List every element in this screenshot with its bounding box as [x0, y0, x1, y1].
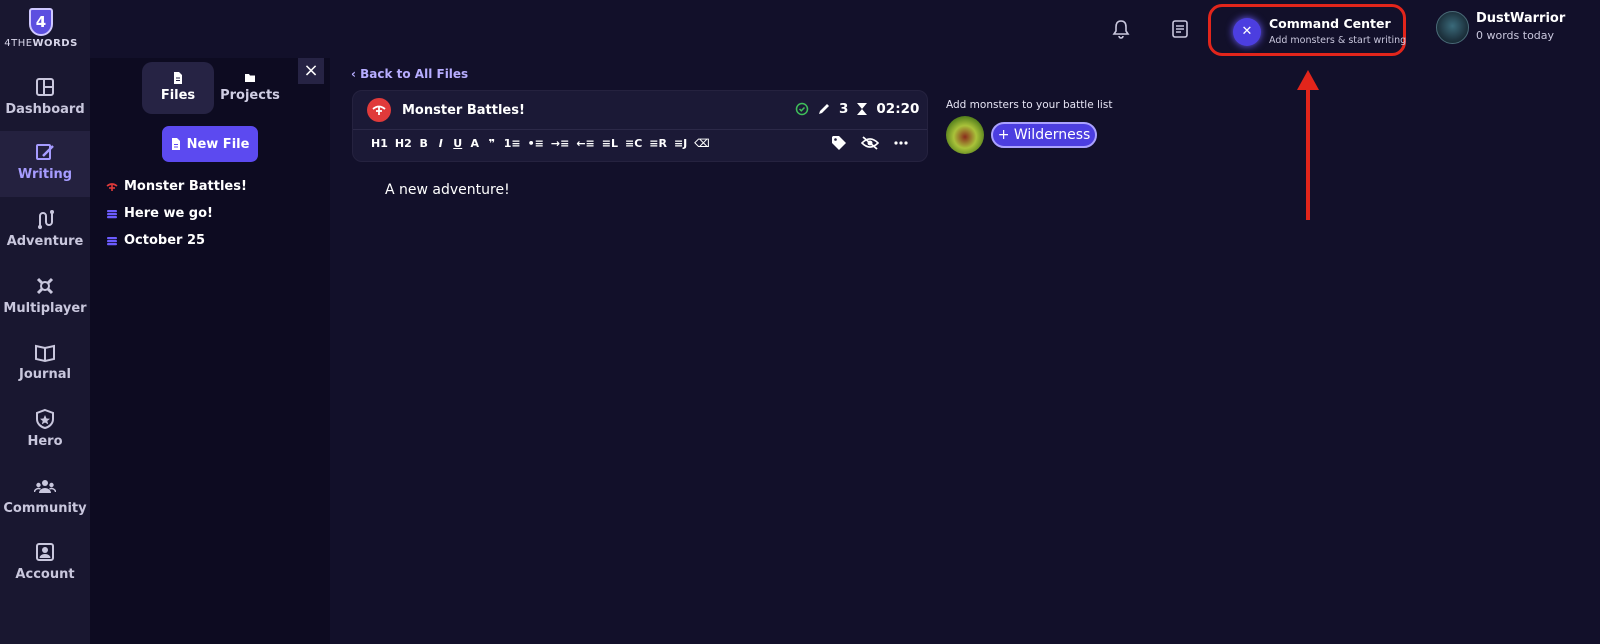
battle-badge-glyph [372, 105, 386, 115]
nav-item-dashboard[interactable]: Dashboard [0, 66, 90, 132]
align-center-button[interactable]: ≡C [625, 137, 642, 150]
nav-item-multiplayer[interactable]: Multiplayer [0, 265, 90, 331]
bold-button[interactable]: B [419, 137, 429, 150]
battle-icon [106, 182, 118, 191]
pencil-icon [819, 104, 829, 114]
nav-item-account[interactable]: Account [0, 531, 90, 597]
back-to-all-files-link[interactable]: ‹ Back to All Files [351, 67, 468, 81]
close-panel-button[interactable]: × [298, 58, 324, 84]
app-logo[interactable]: 4 4THEWORDS [0, 8, 82, 49]
command-center-subtitle: Add monsters & start writing [1269, 35, 1407, 46]
nav-item-community[interactable]: Community [0, 465, 90, 531]
folder-icon [245, 74, 255, 82]
file-item-label: Here we go! [124, 206, 213, 221]
file-title[interactable]: Monster Battles! [402, 103, 525, 118]
nav-label-journal: Journal [19, 367, 71, 382]
community-icon [34, 480, 56, 493]
nav-label-multiplayer: Multiplayer [3, 301, 87, 316]
nav-item-hero[interactable]: Hero [0, 398, 90, 464]
file-item-label: October 25 [124, 233, 206, 248]
logo-text-bold: WORDS [32, 38, 78, 49]
nav-item-journal[interactable]: Journal [0, 331, 90, 397]
edit-count: 3 [839, 101, 849, 117]
hide-eye-icon[interactable] [861, 135, 879, 151]
wilderness-label: + Wilderness [997, 127, 1091, 143]
card-divider [353, 129, 927, 130]
nav-label-account: Account [15, 567, 75, 582]
notifications-bell-icon[interactable] [1112, 19, 1130, 39]
user-name[interactable]: DustWarrior [1476, 11, 1565, 26]
stack-icon [107, 236, 117, 245]
tab-projects[interactable]: Projects [214, 62, 286, 114]
monster-avatar[interactable] [946, 116, 984, 154]
logo-badge: 4 [29, 8, 53, 36]
toolbar-right [831, 135, 909, 151]
battle-badge-icon [367, 98, 391, 122]
file-item-label: Monster Battles! [124, 179, 247, 194]
indent-button[interactable]: →≡ [551, 137, 569, 150]
command-center-button[interactable]: ✕ Command Center Add monsters & start wr… [1208, 4, 1406, 56]
tab-files[interactable]: Files [142, 62, 214, 114]
editor-text-area[interactable]: A new adventure! [385, 182, 510, 198]
italic-button[interactable]: I [436, 137, 446, 150]
hero-icon [36, 408, 54, 430]
battle-list-label: Add monsters to your battle list [946, 99, 1113, 111]
more-options-icon[interactable] [893, 135, 909, 151]
multiplayer-icon [36, 277, 54, 295]
justify-button[interactable]: ≡J [674, 137, 687, 150]
align-right-button[interactable]: ≡R [649, 137, 667, 150]
session-timer: 02:20 [876, 101, 920, 117]
file-item-october-25[interactable]: October 25 [106, 233, 205, 248]
clear-format-button[interactable]: ⌫ [694, 137, 710, 150]
command-center-title: Command Center [1269, 16, 1391, 31]
annotation-arrow-shaft [1306, 86, 1310, 220]
ordered-list-button[interactable]: 1≡ [504, 137, 521, 150]
account-icon [36, 543, 54, 561]
swords-icon: ✕ [1233, 18, 1261, 46]
file-icon [174, 72, 182, 84]
heading1-button[interactable]: H1 [371, 137, 388, 150]
new-file-label: New File [186, 136, 250, 152]
avatar[interactable] [1436, 11, 1469, 44]
heading2-button[interactable]: H2 [395, 137, 412, 150]
new-file-button[interactable]: New File [162, 126, 258, 162]
journal-icon [35, 344, 55, 363]
nav-label-dashboard: Dashboard [5, 102, 85, 117]
main-nav: 4 4THEWORDS Dashboard Writing Adventure … [0, 0, 90, 644]
chevron-left-icon: ‹ [351, 67, 361, 81]
file-stats: 3 02:20 [795, 101, 919, 117]
format-toolbar: H1 H2 B I U A ❞ 1≡ •≡ →≡ ←≡ ≡L ≡C ≡R ≡J … [371, 137, 710, 150]
logo-text: 4THEWORDS [0, 38, 82, 49]
hourglass-icon [857, 103, 868, 115]
dashboard-icon [36, 78, 54, 96]
nav-item-writing[interactable]: Writing [0, 131, 90, 197]
nav-label-hero: Hero [27, 434, 63, 449]
adventure-icon [38, 210, 54, 229]
file-item-monster-battles[interactable]: Monster Battles! [106, 179, 247, 194]
writing-icon [36, 144, 54, 160]
back-label: Back to All Files [360, 67, 469, 81]
text-color-button[interactable]: A [470, 137, 480, 150]
stack-icon [107, 209, 117, 218]
quote-button[interactable]: ❞ [487, 137, 497, 150]
document-list-icon[interactable] [1171, 19, 1189, 39]
underline-button[interactable]: U [453, 137, 463, 150]
add-wilderness-button[interactable]: + Wilderness [991, 122, 1097, 148]
tag-icon[interactable] [831, 135, 847, 151]
align-left-button[interactable]: ≡L [602, 137, 618, 150]
bullet-list-button[interactable]: •≡ [528, 137, 544, 150]
nav-label-writing: Writing [17, 167, 73, 182]
outdent-button[interactable]: ←≡ [576, 137, 594, 150]
file-item-here-we-go[interactable]: Here we go! [106, 206, 213, 221]
tab-files-label: Files [160, 88, 196, 103]
nav-label-community: Community [3, 501, 87, 516]
editor-card: Monster Battles! 3 02:20 H1 H2 B I U A ❞… [352, 90, 928, 162]
logo-text-light: 4THE [4, 38, 33, 49]
saved-check-icon [795, 102, 809, 116]
nav-label-adventure: Adventure [6, 234, 84, 249]
tab-projects-label: Projects [220, 88, 280, 103]
nav-item-adventure[interactable]: Adventure [0, 198, 90, 264]
words-today: 0 words today [1476, 29, 1555, 42]
new-file-icon [171, 138, 180, 150]
